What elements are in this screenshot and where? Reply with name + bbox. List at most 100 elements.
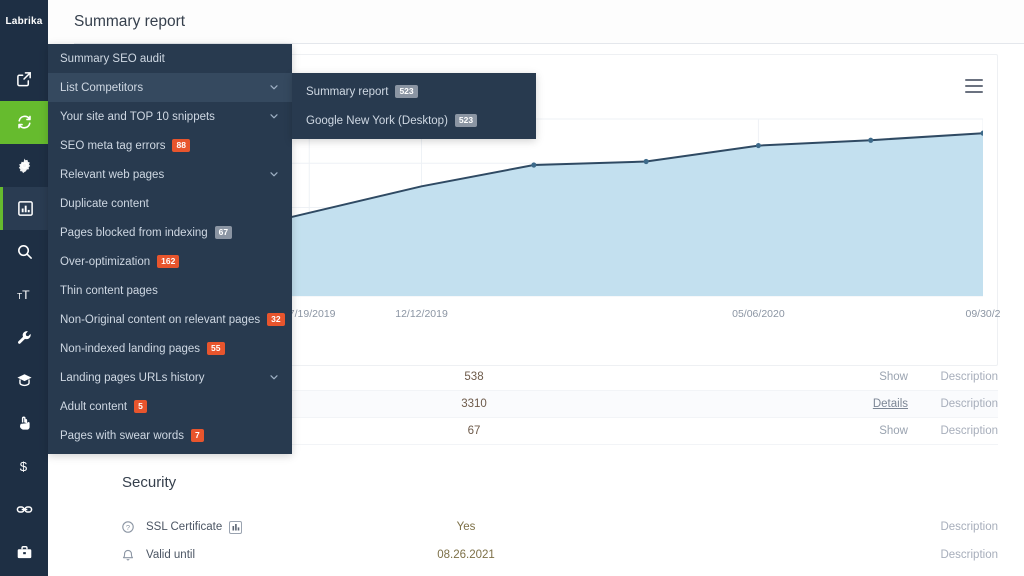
- security-row: Valid until 08.26.2021 Description: [122, 541, 998, 569]
- menu-item-badge: 67: [214, 226, 233, 239]
- menu-item-badge: 88: [172, 139, 190, 152]
- menu-item-landing-pages-urls-history[interactable]: Landing pages URLs history: [48, 363, 292, 392]
- menu-item-label: Non-indexed landing pages: [60, 342, 201, 355]
- chart-point[interactable]: [755, 142, 761, 149]
- link-icon[interactable]: [0, 488, 48, 531]
- security-row-description-link[interactable]: Description: [908, 549, 998, 561]
- table-row-description-link[interactable]: Description: [908, 371, 998, 383]
- x-axis-tick-label: 09/30/2: [965, 308, 1001, 320]
- submenu-item-summary-report[interactable]: Summary report 523: [292, 77, 536, 106]
- menu-item-label: Over-optimization: [60, 255, 151, 268]
- table-row-value: 67: [467, 425, 481, 437]
- chevron-down-icon[interactable]: [270, 83, 278, 91]
- click-hand-icon[interactable]: [0, 402, 48, 445]
- menu-item-label: Pages blocked from indexing: [60, 226, 208, 239]
- menu-item-your-site-and-top-10-snippets[interactable]: Your site and TOP 10 snippets: [48, 102, 292, 131]
- menu-item-pages-blocked-from-indexing[interactable]: Pages blocked from indexing 67: [48, 218, 292, 247]
- submenu-item-google-new-york-desktop[interactable]: Google New York (Desktop) 523: [292, 106, 536, 135]
- external-link-icon[interactable]: [0, 58, 48, 101]
- submenu-item-label: Summary report: [306, 85, 389, 98]
- bell-icon: [122, 549, 146, 561]
- menu-item-label: Pages with swear words: [60, 429, 184, 442]
- menu-item-label: SEO meta tag errors: [60, 139, 166, 152]
- menu-item-label: List Competitors: [60, 81, 144, 94]
- table-row-action[interactable]: Show: [842, 425, 908, 437]
- menu-item-badge: 32: [267, 313, 285, 326]
- menu-item-non-original-content-on-relevant-pages[interactable]: Non-Original content on relevant pages 32: [48, 305, 292, 334]
- submenu-item-label: Google New York (Desktop): [306, 114, 448, 127]
- table-row-action[interactable]: Show: [842, 371, 908, 383]
- menu-item-duplicate-content[interactable]: Duplicate content: [48, 189, 292, 218]
- security-rows: ? SSL Certificate Yes Description Valid unti…: [122, 513, 998, 569]
- menu-item-label: Non-Original content on relevant pages: [60, 313, 261, 326]
- table-row-value: 538: [464, 371, 484, 383]
- top-header: Summary report: [48, 0, 1024, 44]
- chart-point[interactable]: [531, 162, 537, 168]
- refresh-icon[interactable]: [0, 101, 48, 144]
- chart-point[interactable]: [868, 137, 874, 143]
- security-row-value: Yes: [456, 521, 476, 533]
- table-row-value: 3310: [461, 398, 487, 410]
- hamburger-line-2: [965, 85, 983, 87]
- briefcase-icon[interactable]: [0, 531, 48, 574]
- wrench-icon[interactable]: [0, 316, 48, 359]
- menu-item-thin-content-pages[interactable]: Thin content pages: [48, 276, 292, 305]
- chevron-down-icon[interactable]: [270, 373, 278, 381]
- x-axis-tick-label: 05/06/2020: [732, 308, 785, 320]
- x-axis-tick-label: 12/12/2019: [395, 308, 448, 320]
- security-row: ? SSL Certificate Yes Description: [122, 513, 998, 541]
- security-title: Security: [122, 474, 177, 491]
- app-root: Labrika T T $ Summary report 07/19/2019 …: [0, 0, 1024, 576]
- table-row-description-link[interactable]: Description: [908, 425, 998, 437]
- submenu-item-badge: 523: [454, 114, 478, 127]
- security-row-label: Valid until: [146, 549, 376, 561]
- question-circle-icon: ?: [122, 521, 146, 533]
- submenu-item-badge: 523: [395, 85, 418, 98]
- menu-item-label: Landing pages URLs history: [60, 371, 205, 384]
- mini-chart-icon[interactable]: [229, 520, 243, 534]
- menu-item-adult-content[interactable]: Adult content 5: [48, 392, 292, 421]
- security-row-label: SSL Certificate: [146, 520, 376, 534]
- chart-point[interactable]: [643, 158, 649, 165]
- svg-text:?: ?: [126, 523, 130, 532]
- menu-item-label: Duplicate content: [60, 197, 149, 210]
- chevron-down-icon[interactable]: [270, 112, 278, 120]
- menu-item-label: Your site and TOP 10 snippets: [60, 110, 215, 123]
- left-icon-rail: Labrika T T $: [0, 0, 48, 576]
- menu-item-summary-seo-audit[interactable]: Summary SEO audit: [48, 44, 292, 73]
- svg-text:$: $: [19, 459, 27, 474]
- menu-item-non-indexed-landing-pages[interactable]: Non-indexed landing pages 55: [48, 334, 292, 363]
- search-icon[interactable]: [0, 230, 48, 273]
- chart-menu-icon[interactable]: [965, 79, 983, 93]
- menu-item-label: Relevant web pages: [60, 168, 165, 181]
- list-competitors-submenu: Summary report 523 Google New York (Deskto…: [292, 73, 536, 139]
- hamburger-line-1: [965, 79, 983, 81]
- chevron-down-icon[interactable]: [270, 170, 278, 178]
- bar-chart-icon[interactable]: [0, 187, 48, 230]
- menu-item-label: Summary SEO audit: [60, 52, 165, 65]
- menu-item-seo-meta-tag-errors[interactable]: SEO meta tag errors 88: [48, 131, 292, 160]
- dollar-icon[interactable]: $: [0, 445, 48, 488]
- security-row-label-text: SSL Certificate: [146, 521, 223, 533]
- security-row-value: 08.26.2021: [437, 549, 495, 561]
- graduation-cap-icon[interactable]: [0, 359, 48, 402]
- menu-item-over-optimization[interactable]: Over-optimization 162: [48, 247, 292, 276]
- security-row-label-text: Valid until: [146, 549, 196, 561]
- text-size-icon[interactable]: TT: [0, 273, 48, 316]
- menu-item-badge: 7: [191, 429, 204, 442]
- rail-item-list: T T $: [0, 58, 48, 574]
- security-section: Security ? SSL Certificate Yes Description V…: [122, 474, 998, 569]
- menu-item-list-competitors[interactable]: List Competitors: [48, 73, 292, 102]
- table-row-description-link[interactable]: Description: [908, 398, 998, 410]
- menu-item-relevant-web-pages[interactable]: Relevant web pages: [48, 160, 292, 189]
- gear-icon[interactable]: [0, 144, 48, 187]
- menu-item-pages-with-swear-words[interactable]: Pages with swear words 7: [48, 421, 292, 450]
- menu-item-badge: 55: [207, 342, 225, 355]
- app-logo[interactable]: Labrika: [0, 0, 48, 42]
- hamburger-line-3: [965, 91, 983, 93]
- navigation-dropdown-menu: Summary SEO audit List Competitors Your si…: [48, 44, 292, 454]
- page-title: Summary report: [74, 13, 186, 30]
- table-row-action[interactable]: Details: [842, 398, 908, 410]
- menu-item-label: Adult content: [60, 400, 128, 413]
- security-row-description-link[interactable]: Description: [908, 521, 998, 533]
